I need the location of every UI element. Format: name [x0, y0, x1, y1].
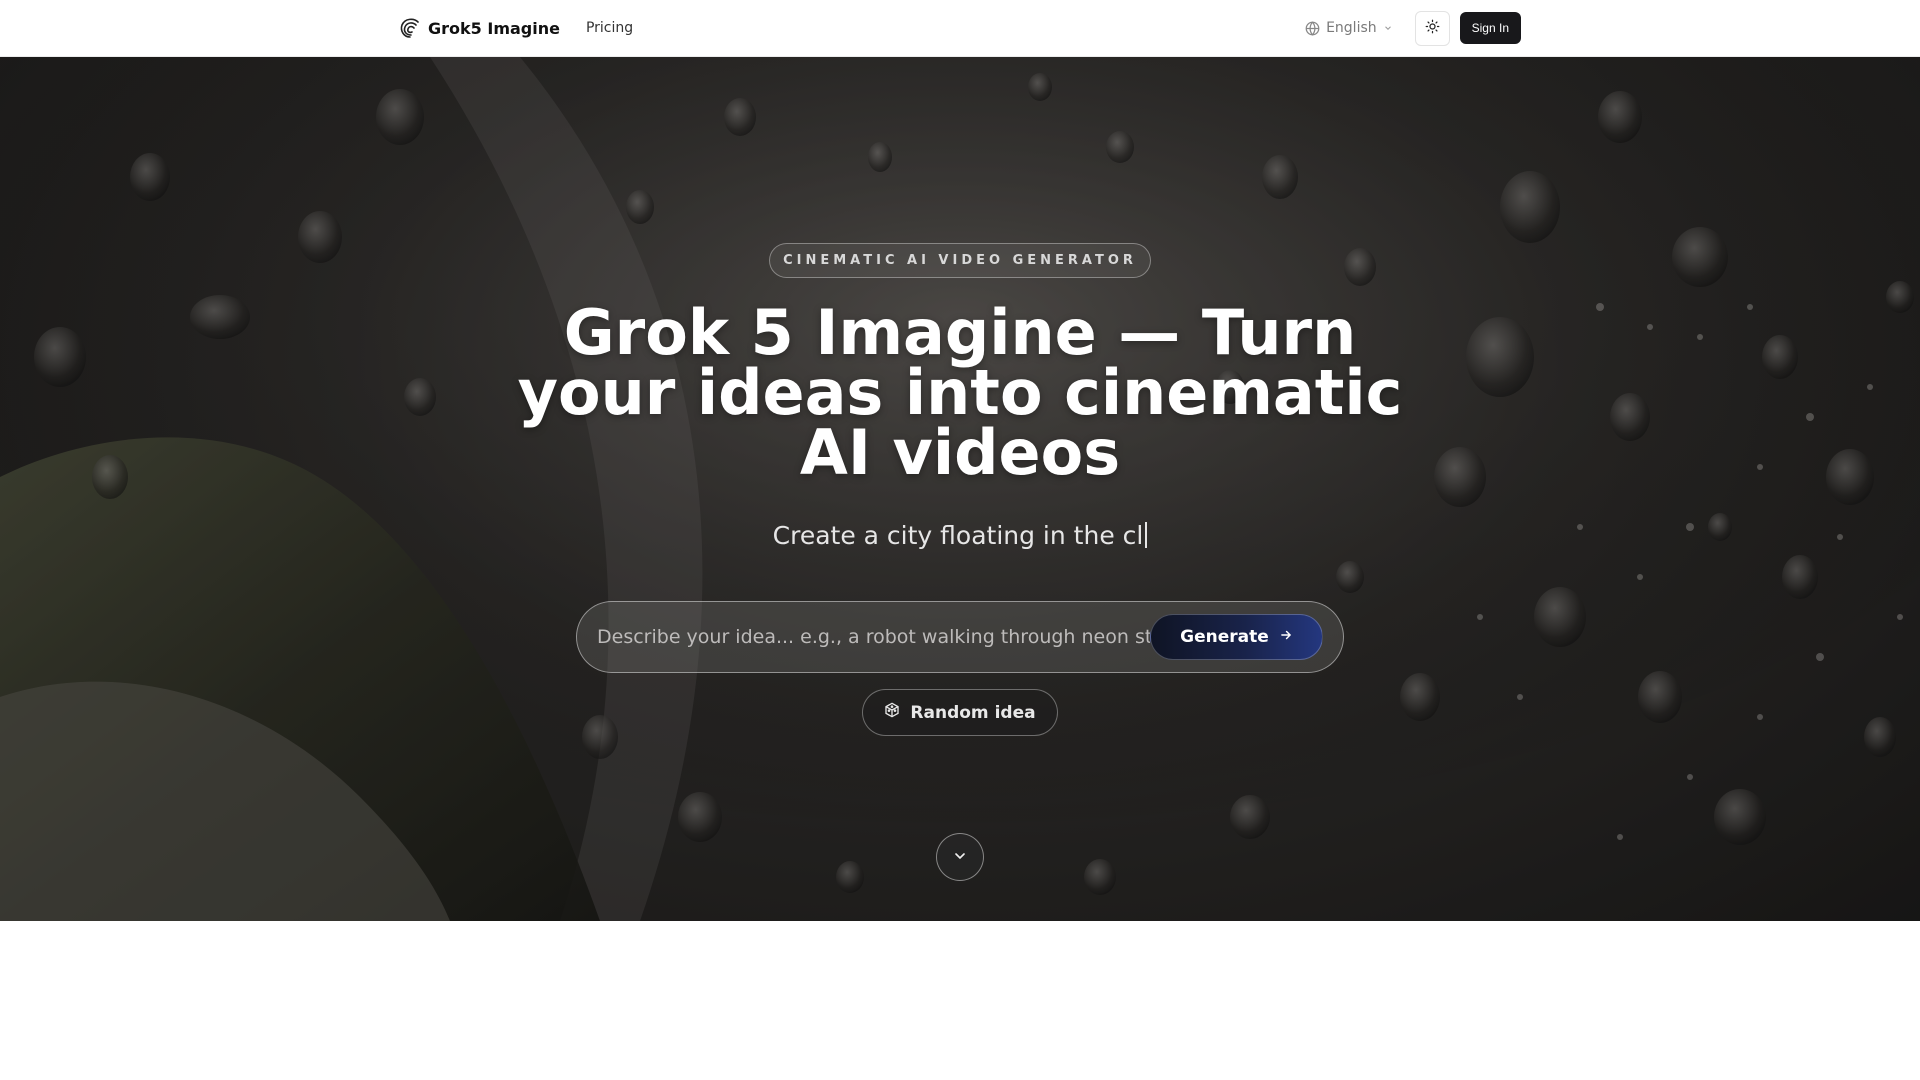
brand-name: Grok5 Imagine — [428, 18, 560, 38]
generate-button[interactable]: Generate — [1150, 614, 1323, 660]
chevron-down-icon — [952, 848, 968, 867]
chevron-down-icon — [1383, 23, 1393, 33]
typing-text: Create a city floating in the cl — [772, 521, 1144, 550]
theme-toggle-button[interactable] — [1414, 10, 1450, 46]
arrow-right-icon — [1279, 627, 1293, 647]
generate-label: Generate — [1180, 627, 1269, 647]
typing-prompt-preview: Create a city floating in the cl — [560, 521, 1360, 550]
sun-icon — [1425, 19, 1440, 37]
language-selector[interactable]: English — [1305, 20, 1405, 36]
hero-overlay — [0, 57, 1920, 921]
typing-caret — [1145, 522, 1148, 548]
sign-in-button[interactable]: Sign In — [1459, 12, 1521, 44]
language-label: English — [1326, 20, 1377, 36]
random-idea-label: Random idea — [910, 702, 1036, 723]
swirl-logo-icon — [398, 16, 422, 40]
dice-icon — [884, 702, 900, 723]
top-navbar: Grok5 Imagine Pricing English Sign In — [0, 0, 1920, 57]
prompt-bar: Generate — [576, 601, 1344, 673]
random-idea-button[interactable]: Random idea — [862, 689, 1058, 736]
nav-pricing-link[interactable]: Pricing — [586, 20, 633, 36]
brand-link[interactable]: Grok5 Imagine — [398, 16, 560, 40]
prompt-input[interactable] — [597, 626, 1150, 648]
hero-section: CINEMATIC AI VIDEO GENERATOR Grok 5 Imag… — [0, 57, 1920, 921]
navbar-right: English Sign In — [1305, 10, 1521, 46]
hero-headline: Grok 5 Imagine — Turn your ideas into ci… — [517, 296, 1403, 489]
hero-badge: CINEMATIC AI VIDEO GENERATOR — [769, 243, 1151, 278]
navbar-inner: Grok5 Imagine Pricing English Sign In — [398, 10, 1521, 46]
globe-icon — [1305, 20, 1320, 36]
scroll-down-button[interactable] — [936, 833, 984, 881]
navbar-left: Grok5 Imagine Pricing — [398, 16, 633, 40]
